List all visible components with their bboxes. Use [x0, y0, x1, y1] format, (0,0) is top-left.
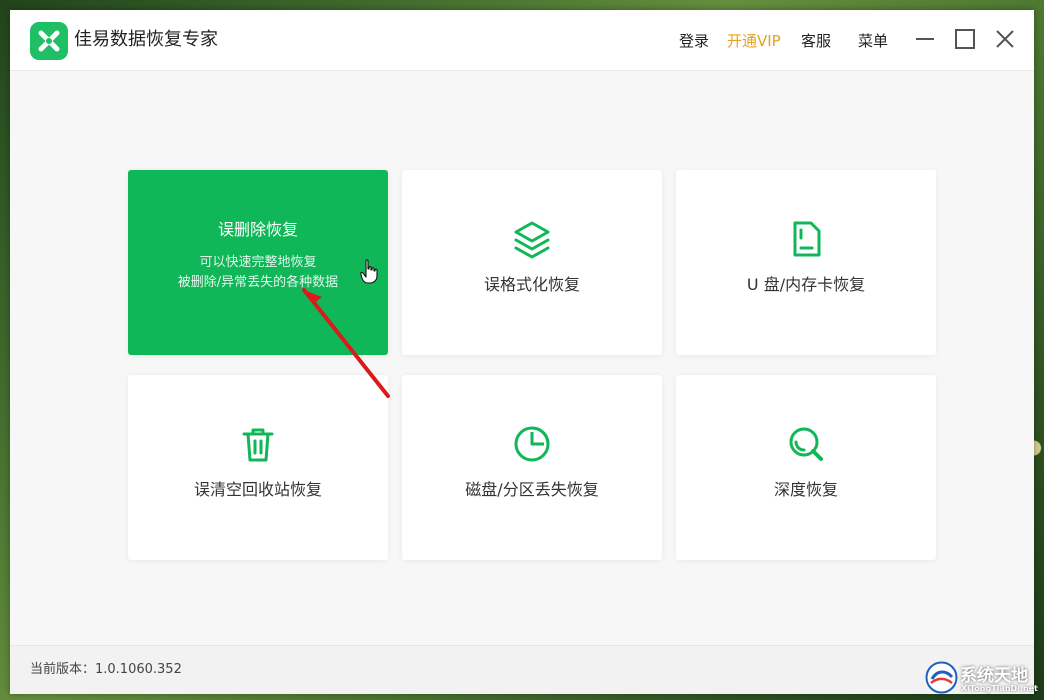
- menu-link[interactable]: 菜单: [858, 31, 888, 51]
- maximize-button[interactable]: [952, 26, 978, 52]
- app-logo: [30, 22, 68, 60]
- customer-service-link[interactable]: 客服: [801, 31, 831, 51]
- app-title: 佳易数据恢复专家: [74, 29, 218, 50]
- recovery-options-panel: 误删除恢复 可以快速完整地恢复 被删除/异常丢失的各种数据 误格式化恢复 U 盘…: [10, 71, 1034, 645]
- layers-icon: [514, 221, 550, 259]
- card-title: 误清空回收站恢复: [193, 480, 322, 499]
- watermark-site-url: XiTongTianDi.net: [961, 684, 1038, 693]
- card-usb-memory-card-recovery[interactable]: U 盘/内存卡恢复: [676, 170, 936, 355]
- card-title: 误格式化恢复: [483, 275, 580, 294]
- search-icon: [789, 427, 823, 461]
- version-label: 当前版本：1.0.1060.352: [30, 662, 182, 677]
- footer: 当前版本：1.0.1060.352: [10, 645, 1034, 694]
- card-accidental-delete-recovery[interactable]: 误删除恢复 可以快速完整地恢复 被删除/异常丢失的各种数据: [128, 170, 388, 355]
- close-icon: [996, 30, 1014, 48]
- card-description-line-1: 可以快速完整地恢复: [199, 255, 317, 270]
- sd-card-icon: [793, 221, 821, 257]
- watermark: 系统天地 XiTongTianDi.net: [925, 655, 1044, 700]
- card-recycle-bin-recovery[interactable]: 误清空回收站恢复: [128, 375, 388, 560]
- hand-cursor-icon: [360, 259, 378, 284]
- maximize-icon: [955, 29, 975, 49]
- vip-link[interactable]: 开通VIP: [727, 31, 781, 51]
- card-title: 磁盘/分区丢失恢复: [465, 480, 599, 499]
- trash-icon: [242, 428, 274, 462]
- minimize-icon: [916, 38, 934, 40]
- login-link[interactable]: 登录: [679, 31, 709, 51]
- card-deep-recovery[interactable]: 深度恢复: [676, 375, 936, 560]
- watermark-logo-icon: [925, 661, 958, 694]
- app-logo-icon: [38, 30, 60, 52]
- minimize-button[interactable]: [912, 26, 938, 52]
- app-window: 佳易数据恢复专家 登录 开通VIP 客服 菜单 误删除恢复 可以快速完整地恢复 …: [10, 10, 1034, 694]
- card-description-line-2: 被删除/异常丢失的各种数据: [177, 275, 339, 290]
- pie-chart-icon: [514, 426, 550, 462]
- watermark-site-name: 系统天地: [960, 666, 1028, 686]
- card-format-recovery[interactable]: 误格式化恢复: [402, 170, 662, 355]
- card-title: U 盘/内存卡恢复: [746, 275, 866, 294]
- title-bar: 佳易数据恢复专家 登录 开通VIP 客服 菜单: [10, 10, 1034, 71]
- card-partition-loss-recovery[interactable]: 磁盘/分区丢失恢复: [402, 375, 662, 560]
- close-button[interactable]: [992, 26, 1018, 52]
- card-title: 深度恢复: [773, 480, 838, 499]
- card-title: 误删除恢复: [217, 220, 298, 239]
